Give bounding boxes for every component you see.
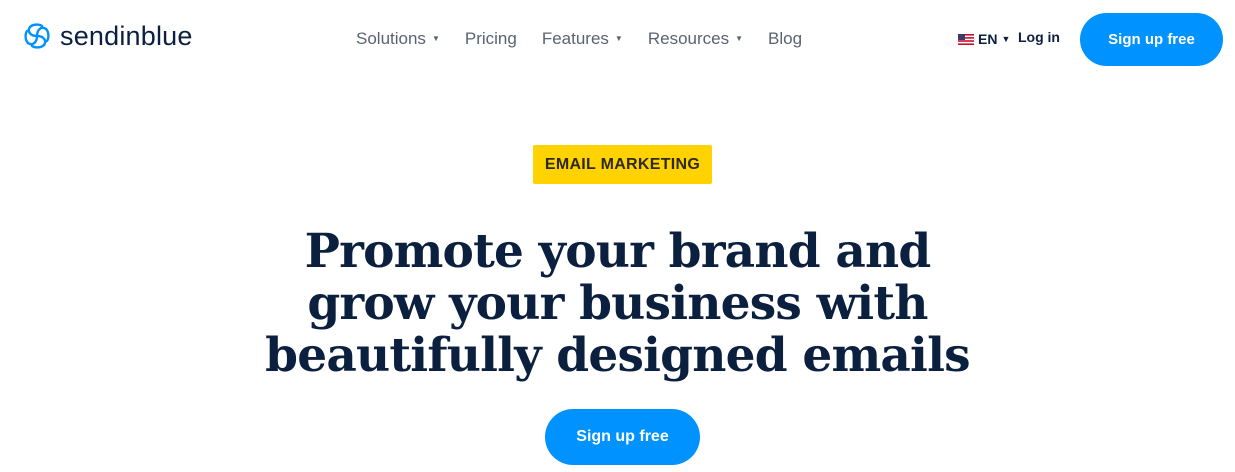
- headline-line: Promote your brand and: [304, 224, 932, 279]
- nav-item-resources[interactable]: Resources ▼: [648, 29, 743, 49]
- headline-line: beautifully designed emails: [265, 328, 970, 383]
- nav-item-label: Pricing: [464, 29, 517, 48]
- language-code: EN: [978, 31, 998, 47]
- nav-item-label: Blog: [768, 29, 803, 48]
- hero-signup-button[interactable]: Sign up free: [545, 409, 700, 465]
- nav-item-label: Features: [541, 29, 609, 48]
- nav-item-blog[interactable]: Blog: [768, 29, 802, 49]
- logo[interactable]: sendinblue: [22, 20, 193, 52]
- sendinblue-spiral-logo-icon: [24, 23, 50, 49]
- category-badge: EMAIL MARKETING: [533, 145, 712, 184]
- language-selector[interactable]: EN ▼: [958, 30, 1010, 48]
- main-nav: Solutions ▼ Pricing Features ▼ Resources…: [356, 28, 802, 50]
- caret-down-icon: ▼: [735, 34, 744, 43]
- hero-headline: Promote your brand and grow your busines…: [200, 226, 1035, 382]
- nav-item-solutions[interactable]: Solutions ▼: [356, 29, 440, 49]
- caret-down-icon: ▼: [614, 34, 623, 43]
- us-flag-icon: [958, 33, 974, 45]
- brand-name: sendinblue: [60, 21, 193, 51]
- site-header: sendinblue Solutions ▼ Pricing Features …: [0, 0, 1235, 80]
- headline-line: grow your business with: [307, 276, 928, 331]
- caret-down-icon: ▼: [1001, 33, 1011, 44]
- nav-item-features[interactable]: Features ▼: [542, 29, 623, 49]
- nav-item-pricing[interactable]: Pricing: [465, 29, 517, 49]
- caret-down-icon: ▼: [431, 34, 440, 43]
- nav-item-label: Resources: [647, 29, 730, 48]
- header-signup-button[interactable]: Sign up free: [1080, 13, 1223, 66]
- nav-item-label: Solutions: [356, 29, 426, 48]
- login-link[interactable]: Log in: [1018, 29, 1060, 45]
